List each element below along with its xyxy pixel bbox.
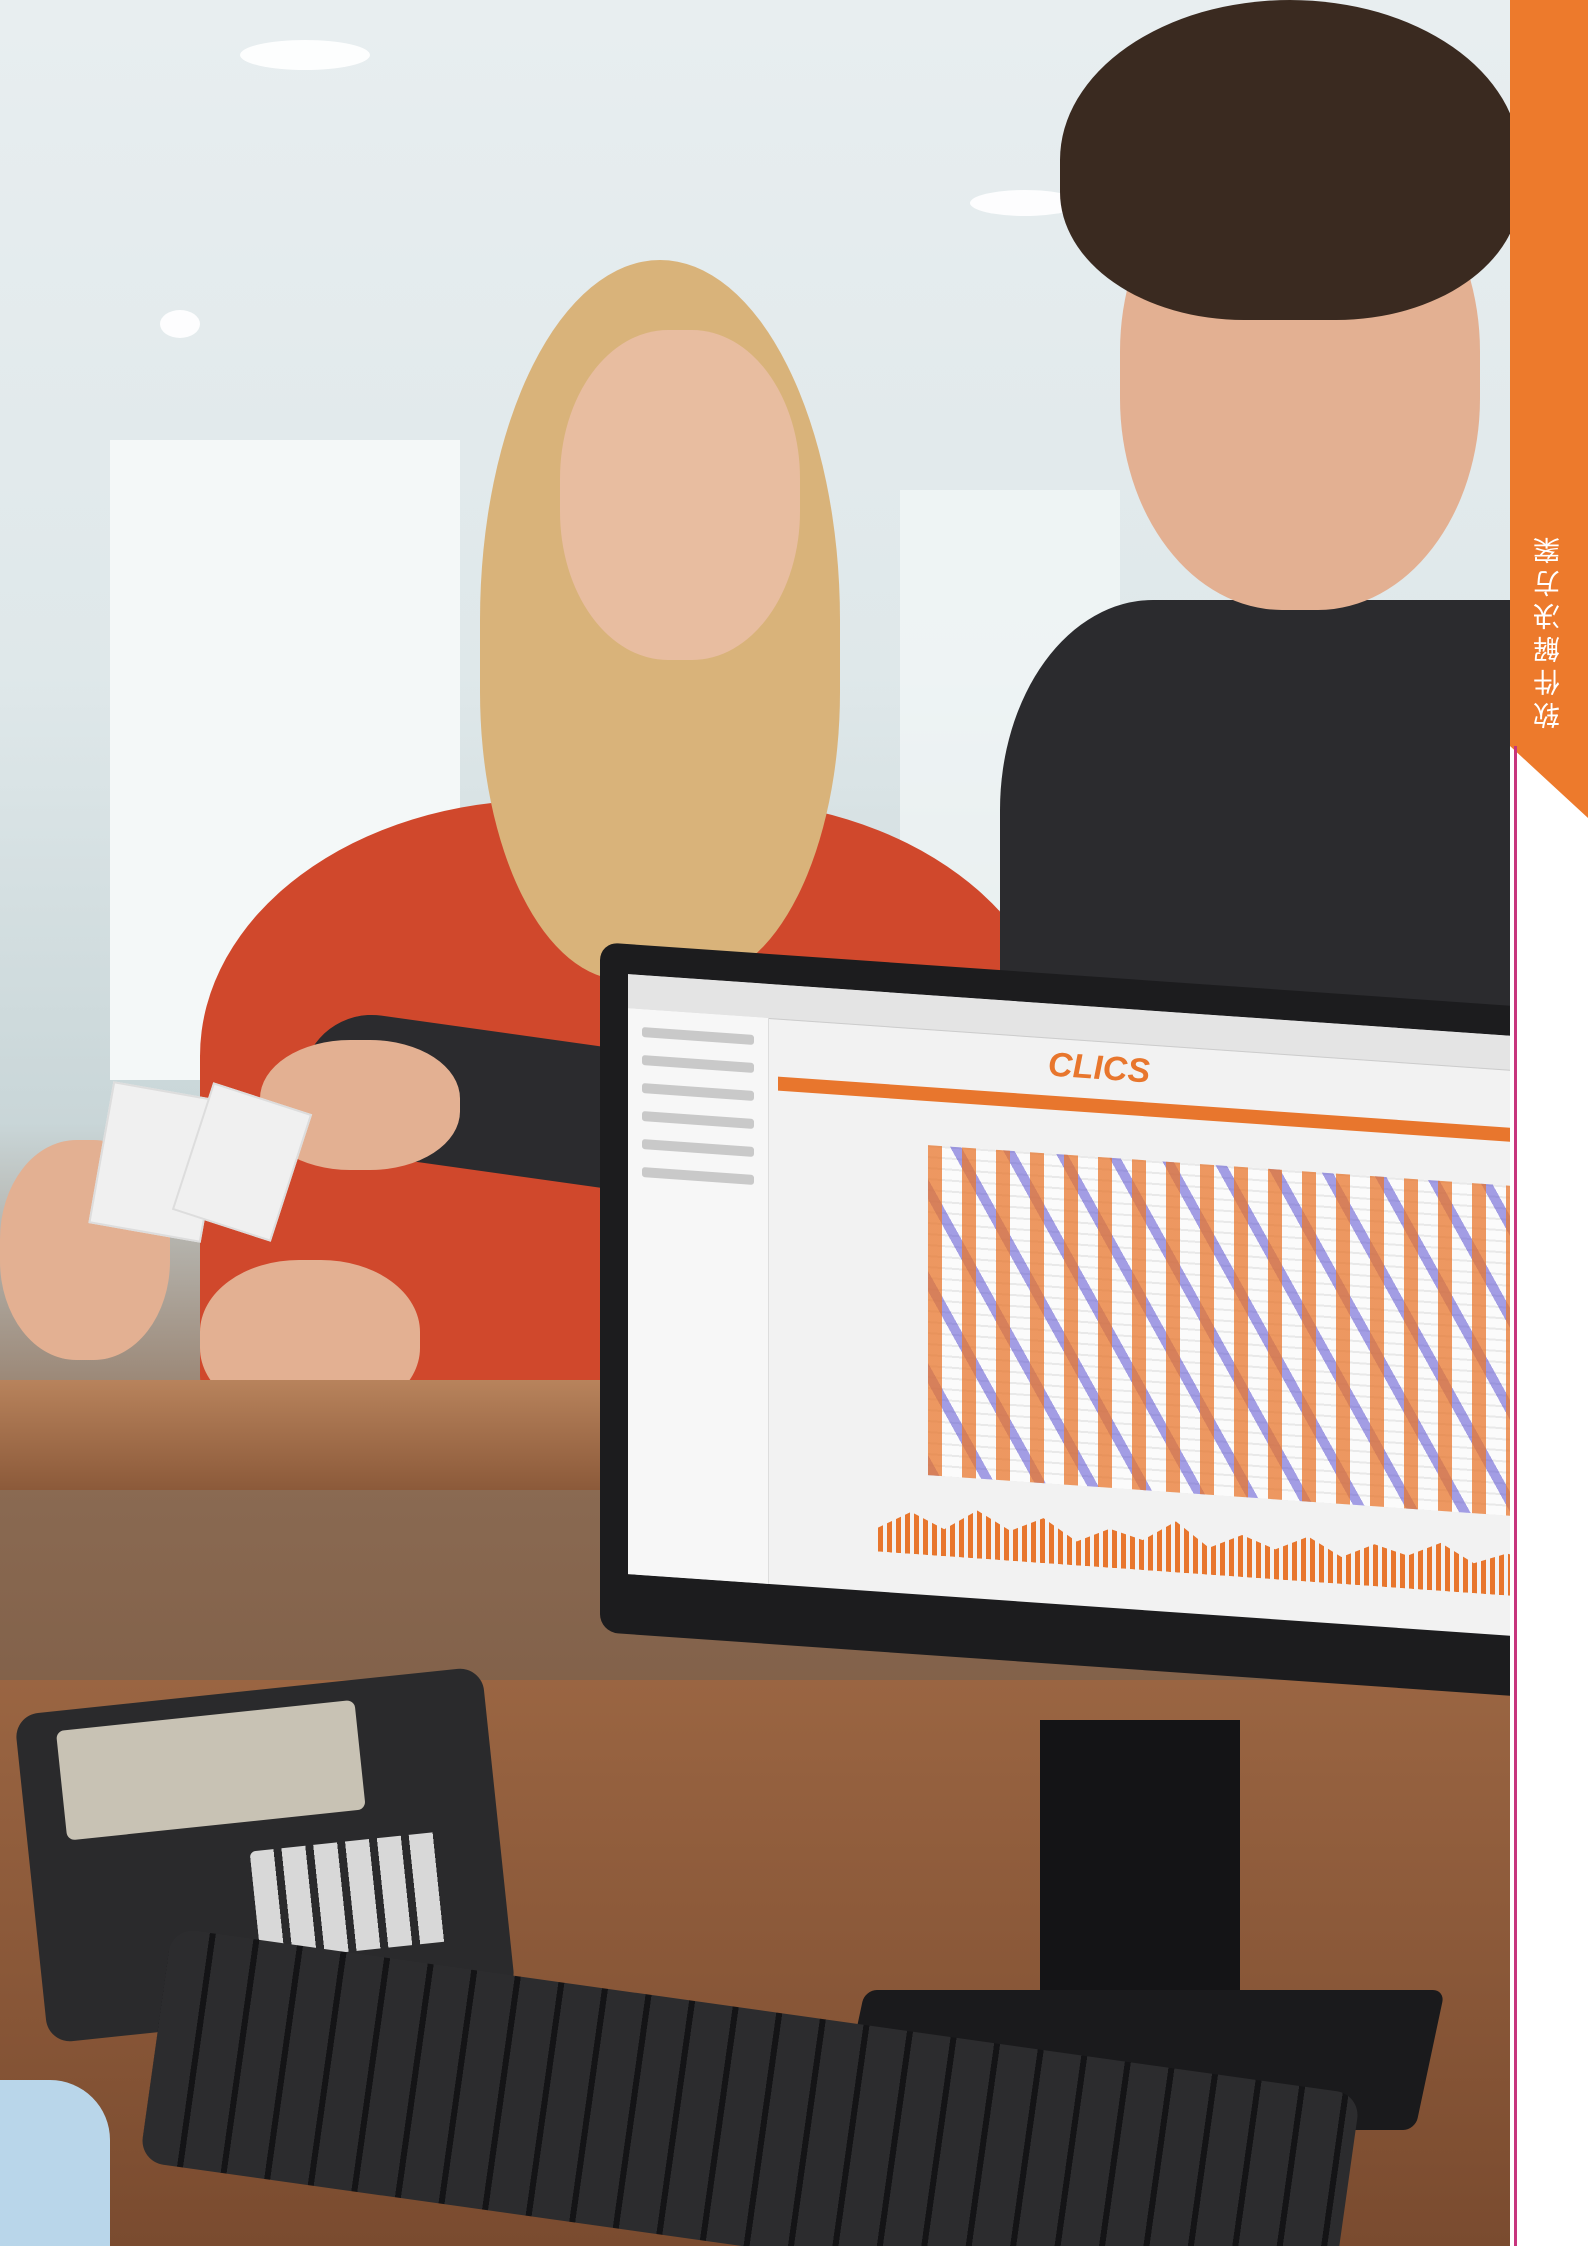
margin-rule	[1514, 746, 1517, 2246]
ceiling-light	[160, 310, 200, 338]
customer-sleeve	[0, 2080, 110, 2246]
man-hair	[1060, 0, 1510, 320]
section-tab-label-box: 软件解决方案	[1510, 520, 1588, 740]
photo-ticket-desk: CLICS	[0, 0, 1510, 2246]
monitor-stand	[1040, 1720, 1240, 2020]
monitor: CLICS	[600, 942, 1510, 1698]
woman-face	[560, 330, 800, 660]
section-tab-label: 软件解决方案	[1533, 531, 1565, 729]
terminal-keypad	[249, 1831, 451, 1961]
app-sidebar	[628, 1008, 769, 1584]
monitor-screen: CLICS	[628, 974, 1510, 1638]
ceiling-light	[240, 40, 370, 70]
clics-logo: CLICS	[1048, 1045, 1150, 1091]
booking-grid	[928, 1145, 1510, 1518]
counter	[0, 1380, 700, 1490]
card-slot	[55, 1699, 366, 1841]
